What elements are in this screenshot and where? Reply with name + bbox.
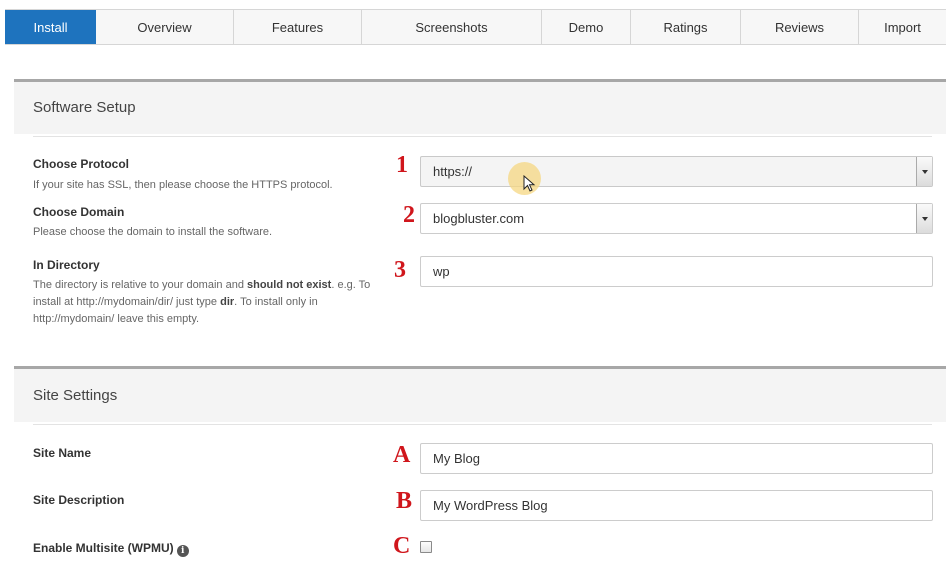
marker-a: A xyxy=(393,442,411,468)
site-name-label: Site Name xyxy=(33,446,92,460)
protocol-select-value: https:// xyxy=(433,164,473,179)
tab-screenshots[interactable]: Screenshots xyxy=(362,10,542,44)
marker-2: 2 xyxy=(403,202,415,228)
tab-features[interactable]: Features xyxy=(234,10,362,44)
site-name-value: My Blog xyxy=(433,451,480,466)
mouse-pointer-icon xyxy=(523,175,536,192)
tab-ratings[interactable]: Ratings xyxy=(631,10,741,44)
choose-domain-label: Choose Domain xyxy=(33,205,125,219)
site-description-input[interactable]: My WordPress Blog xyxy=(420,490,933,521)
tab-overview[interactable]: Overview xyxy=(96,10,234,44)
software-setup-header xyxy=(14,82,946,134)
site-settings-header xyxy=(14,369,946,422)
in-directory-help: The directory is relative to your domain… xyxy=(33,279,371,325)
marker-1: 1 xyxy=(396,152,408,178)
protocol-select[interactable]: https:// xyxy=(420,156,933,187)
site-description-label: Site Description xyxy=(33,493,125,507)
section-separator xyxy=(33,136,932,137)
marker-b: B xyxy=(396,488,413,514)
directory-input-value: wp xyxy=(433,264,450,279)
multisite-checkbox[interactable] xyxy=(420,541,432,553)
multisite-label: Enable Multisite (WPMU) i xyxy=(33,541,189,557)
tab-import[interactable]: Import xyxy=(859,10,946,44)
domain-select-value: blogbluster.com xyxy=(433,211,525,226)
in-directory-label: In Directory xyxy=(33,258,100,272)
choose-protocol-label: Choose Protocol xyxy=(33,157,130,171)
site-description-value: My WordPress Blog xyxy=(433,498,548,513)
site-settings-title: Site Settings xyxy=(33,387,118,404)
site-name-input[interactable]: My Blog xyxy=(420,443,933,474)
chevron-down-icon[interactable] xyxy=(916,204,932,233)
choose-domain-help: Please choose the domain to install the … xyxy=(33,226,273,238)
marker-c: C xyxy=(393,533,411,559)
tab-bar: Install Overview Features Screenshots De… xyxy=(5,9,946,45)
choose-protocol-help: If your site has SSL, then please choose… xyxy=(33,179,333,191)
chevron-down-icon[interactable] xyxy=(916,157,932,186)
domain-select[interactable]: blogbluster.com xyxy=(420,203,933,234)
tab-demo[interactable]: Demo xyxy=(542,10,631,44)
section-separator xyxy=(33,424,932,425)
tab-reviews[interactable]: Reviews xyxy=(741,10,859,44)
info-icon[interactable]: i xyxy=(176,545,189,557)
tab-install[interactable]: Install xyxy=(5,10,96,44)
directory-input[interactable]: wp xyxy=(420,256,933,287)
software-setup-title: Software Setup xyxy=(33,99,136,116)
marker-3: 3 xyxy=(394,257,406,283)
